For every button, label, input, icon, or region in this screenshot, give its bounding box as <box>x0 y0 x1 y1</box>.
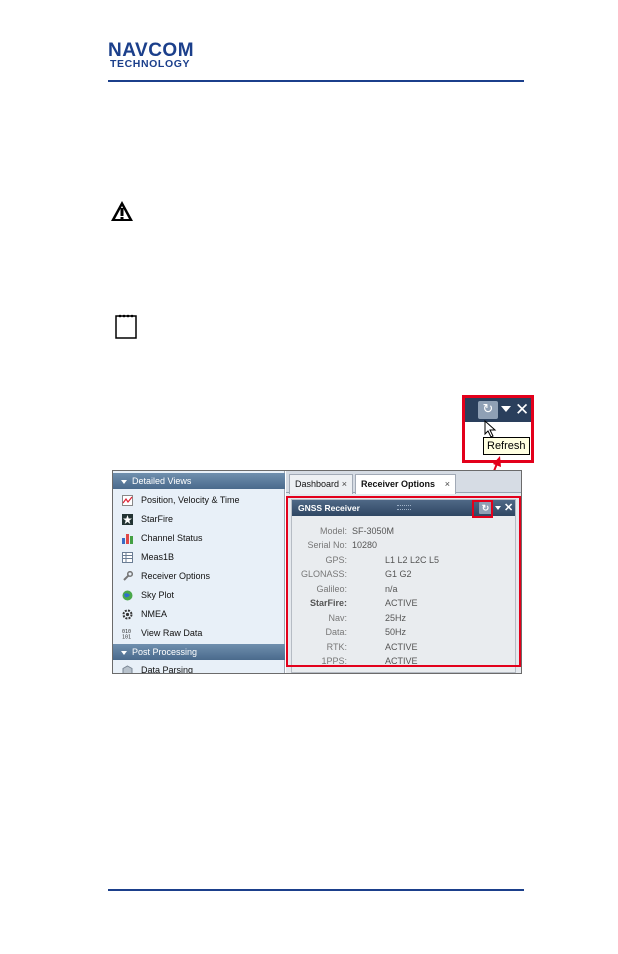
sidebar-item-label: Position, Velocity & Time <box>141 495 240 505</box>
box-icon <box>122 665 133 673</box>
sidebar-item-nmea[interactable]: NMEA <box>113 605 283 624</box>
sidebar-item-label: Channel Status <box>141 533 203 543</box>
tab-dashboard[interactable]: Dashboard × <box>289 474 353 494</box>
close-icon[interactable]: × <box>445 475 450 493</box>
warning-icon <box>111 201 133 221</box>
pvt-chart-icon <box>122 495 133 506</box>
gear-icon <box>122 609 133 620</box>
navcom-logo: NAVCOM TECHNOLOGY <box>108 40 234 70</box>
sidebar-item-sky-plot[interactable]: Sky Plot <box>113 586 283 605</box>
logo-line2: TECHNOLOGY <box>110 58 191 70</box>
binary-icon: 010101 <box>122 629 131 640</box>
header-rule <box>108 80 524 82</box>
wrench-icon <box>123 571 133 581</box>
globe-icon <box>122 590 133 601</box>
starfire-icon <box>122 514 133 525</box>
sidebar-item-meas1b[interactable]: Meas1B <box>113 548 283 567</box>
table-icon <box>122 552 133 563</box>
sidebar-section-label: Post Processing <box>132 647 198 657</box>
sidebar-item-label: NMEA <box>141 609 168 619</box>
sidebar-item-label: Meas1B <box>141 552 175 562</box>
close-icon[interactable]: × <box>342 475 347 493</box>
sidebar-item-label: Receiver Options <box>141 571 211 581</box>
panel-highlight <box>286 496 521 667</box>
sidebar-item-receiver-options[interactable]: Receiver Options <box>113 567 283 586</box>
sidebar-section-detailed-views[interactable]: Detailed Views <box>113 473 285 489</box>
collapse-icon <box>121 479 127 484</box>
sidebar-item-label: StarFire <box>141 514 174 524</box>
zoom-titlebar: ↻ ✕ <box>465 398 531 422</box>
sidebar: Detailed Views Position, Velocity & Time… <box>113 471 285 673</box>
tab-bar: Dashboard × Receiver Options × <box>286 471 521 494</box>
sidebar-item-label: Sky Plot <box>141 590 175 600</box>
sidebar-section-post-processing[interactable]: Post Processing <box>113 644 285 660</box>
refresh-icon[interactable]: ↻ <box>478 401 498 419</box>
receiver-options-screenshot: Detailed Views Position, Velocity & Time… <box>112 470 522 674</box>
sidebar-item-data-parsing[interactable]: Data Parsing <box>113 661 283 674</box>
tab-label: Receiver Options <box>361 479 436 489</box>
note-icon <box>115 314 137 339</box>
sidebar-item-channel-status[interactable]: Channel Status <box>113 529 283 548</box>
footer-rule <box>108 889 524 891</box>
sidebar-item-label: Data Parsing <box>141 665 194 674</box>
sidebar-item-starfire[interactable]: StarFire <box>113 510 283 529</box>
sidebar-item-pvt[interactable]: Position, Velocity & Time <box>113 491 283 510</box>
refresh-highlight <box>472 500 493 518</box>
svg-text:101: 101 <box>122 635 131 640</box>
tab-receiver-options[interactable]: Receiver Options × <box>355 474 456 494</box>
tab-label: Dashboard <box>295 479 340 489</box>
refresh-tooltip: Refresh <box>483 437 530 455</box>
sidebar-section-label: Detailed Views <box>132 476 192 486</box>
chevron-down-icon[interactable] <box>501 406 511 412</box>
collapse-icon <box>121 650 127 655</box>
bar-chart-icon <box>122 534 133 544</box>
zoom-callout: ↻ ✕ Refresh <box>462 395 534 463</box>
close-icon[interactable]: ✕ <box>515 400 529 420</box>
sidebar-item-label: View Raw Data <box>141 628 203 638</box>
sidebar-item-view-raw-data[interactable]: 010 101 View Raw Data <box>113 624 283 643</box>
cursor-icon <box>484 420 497 438</box>
